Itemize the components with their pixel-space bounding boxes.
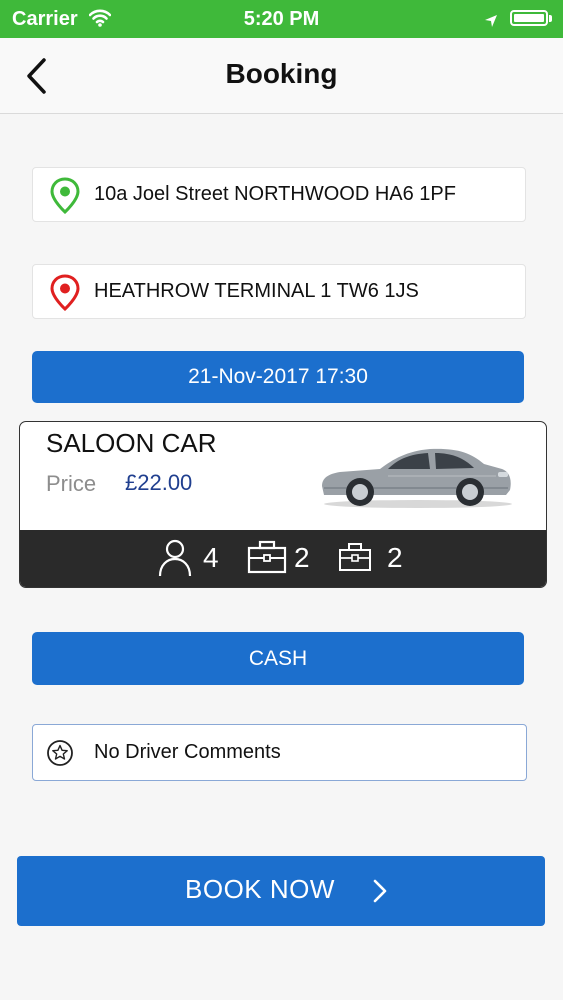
dropoff-address-field[interactable]: HEATHROW TERMINAL 1 TW6 1JS <box>32 264 526 319</box>
vehicle-name: SALOON CAR <box>46 428 217 458</box>
pickup-address-field[interactable]: 10a Joel Street NORTHWOOD HA6 1PF <box>32 167 526 222</box>
payment-method-button[interactable]: CASH <box>32 632 524 685</box>
saloon-car-image <box>318 440 514 515</box>
vehicle-card[interactable]: SALOON CAR Price £22.00 4 2 2 <box>19 421 547 588</box>
large-luggage-count: 2 <box>294 542 310 573</box>
page-title: Booking <box>225 58 338 89</box>
briefcase-icon <box>339 543 371 571</box>
passenger-count: 4 <box>203 542 219 573</box>
map-pin-icon <box>49 177 81 220</box>
star-icon <box>46 739 74 772</box>
book-now-button[interactable]: BOOK NOW <box>17 856 545 926</box>
map-pin-icon <box>49 274 81 317</box>
location-arrow-icon <box>484 11 498 34</box>
status-bar: Carrier 5:20 PM <box>0 0 563 38</box>
driver-comments-field[interactable]: No Driver Comments <box>32 724 527 781</box>
price-value: £22.00 <box>125 470 193 495</box>
status-time: 5:20 PM <box>243 8 320 30</box>
datetime-button[interactable]: 21-Nov-2017 17:30 <box>32 351 524 403</box>
pickup-address-text: 10a Joel Street NORTHWOOD HA6 1PF <box>94 183 456 205</box>
chevron-right-icon <box>373 879 387 903</box>
person-icon <box>158 539 192 577</box>
suitcase-icon <box>247 540 287 574</box>
book-now-label: BOOK NOW <box>185 874 335 904</box>
capacity-bar: 4 2 2 <box>20 530 546 587</box>
price-label: Price <box>46 471 97 496</box>
small-luggage-count: 2 <box>387 542 403 573</box>
navigation-bar: Booking <box>0 38 563 114</box>
battery-icon <box>510 10 552 26</box>
driver-comments-text: No Driver Comments <box>94 741 281 763</box>
dropoff-address-text: HEATHROW TERMINAL 1 TW6 1JS <box>94 280 419 302</box>
